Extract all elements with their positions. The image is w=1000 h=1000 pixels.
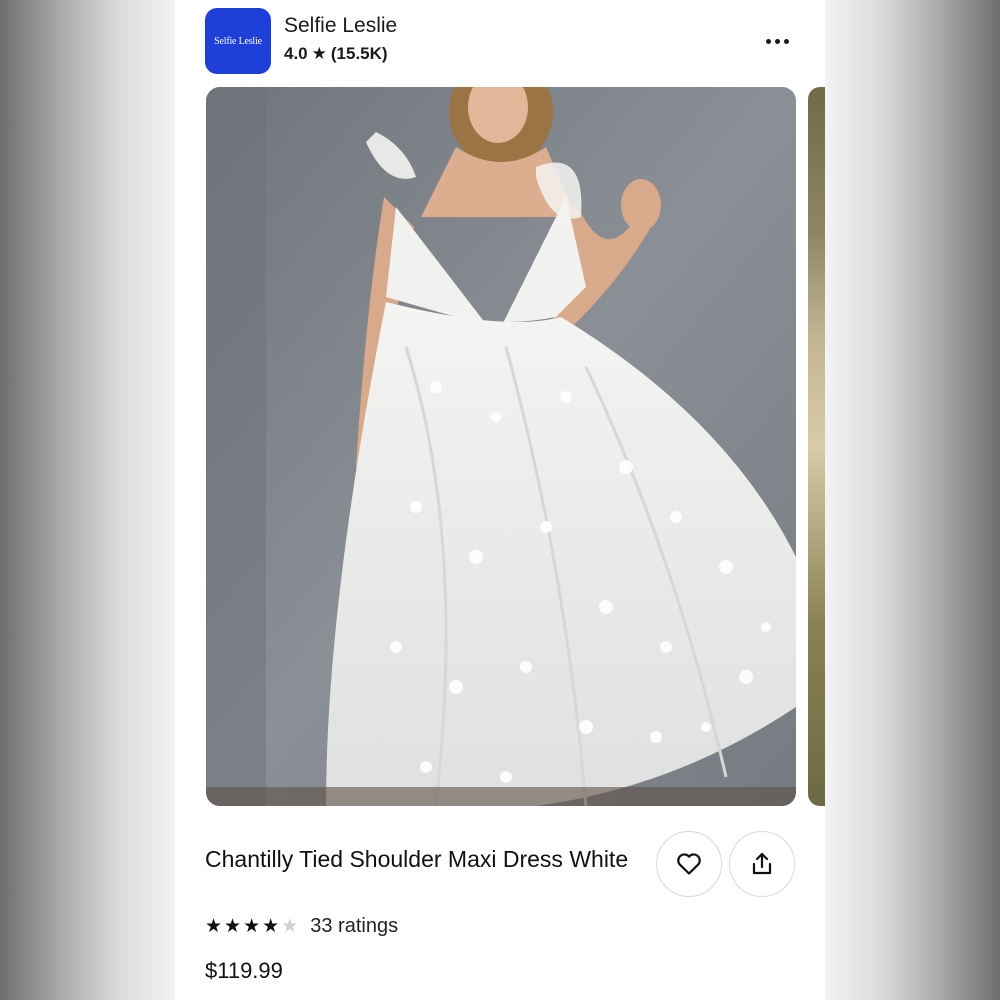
ratings-count: 33 ratings <box>310 915 399 937</box>
star-icon: ★ <box>205 916 223 937</box>
star-icon: ★ <box>224 916 242 937</box>
share-button[interactable] <box>729 831 795 897</box>
rating-stars: ★ ★ ★ ★ ★ <box>205 915 298 938</box>
star-icon: ★ <box>311 44 327 63</box>
product-price: $119.99 <box>205 958 283 983</box>
store-logo[interactable]: Selfie Leslie <box>205 8 271 74</box>
product-card-screen: Selfie Leslie Selfie Leslie 4.0 ★ (15.5K… <box>175 0 825 1000</box>
dress-photo-illustration <box>206 87 796 806</box>
favorite-button[interactable] <box>656 831 722 897</box>
share-icon <box>752 852 772 875</box>
store-rating: 4.0 ★ (15.5K) <box>284 44 388 64</box>
heart-icon <box>677 853 701 875</box>
product-image[interactable] <box>206 87 796 806</box>
star-icon: ★ <box>243 916 261 937</box>
next-product-image[interactable] <box>808 87 825 806</box>
more-dot <box>774 38 780 44</box>
store-logo-text: Selfie Leslie <box>214 35 262 47</box>
more-horizontal-icon <box>765 38 771 44</box>
store-rating-value: 4.0 <box>284 44 308 63</box>
product-title[interactable]: Chantilly Tied Shoulder Maxi Dress White <box>205 843 635 876</box>
star-half-icon: ★ <box>262 916 280 937</box>
product-rating[interactable]: ★ ★ ★ ★ ★ 33 ratings <box>205 915 398 938</box>
store-name[interactable]: Selfie Leslie <box>284 14 397 38</box>
star-empty-icon: ★ <box>281 916 299 937</box>
more-dot <box>783 38 789 44</box>
more-options-button[interactable] <box>759 28 795 54</box>
store-rating-count: (15.5K) <box>330 44 388 63</box>
